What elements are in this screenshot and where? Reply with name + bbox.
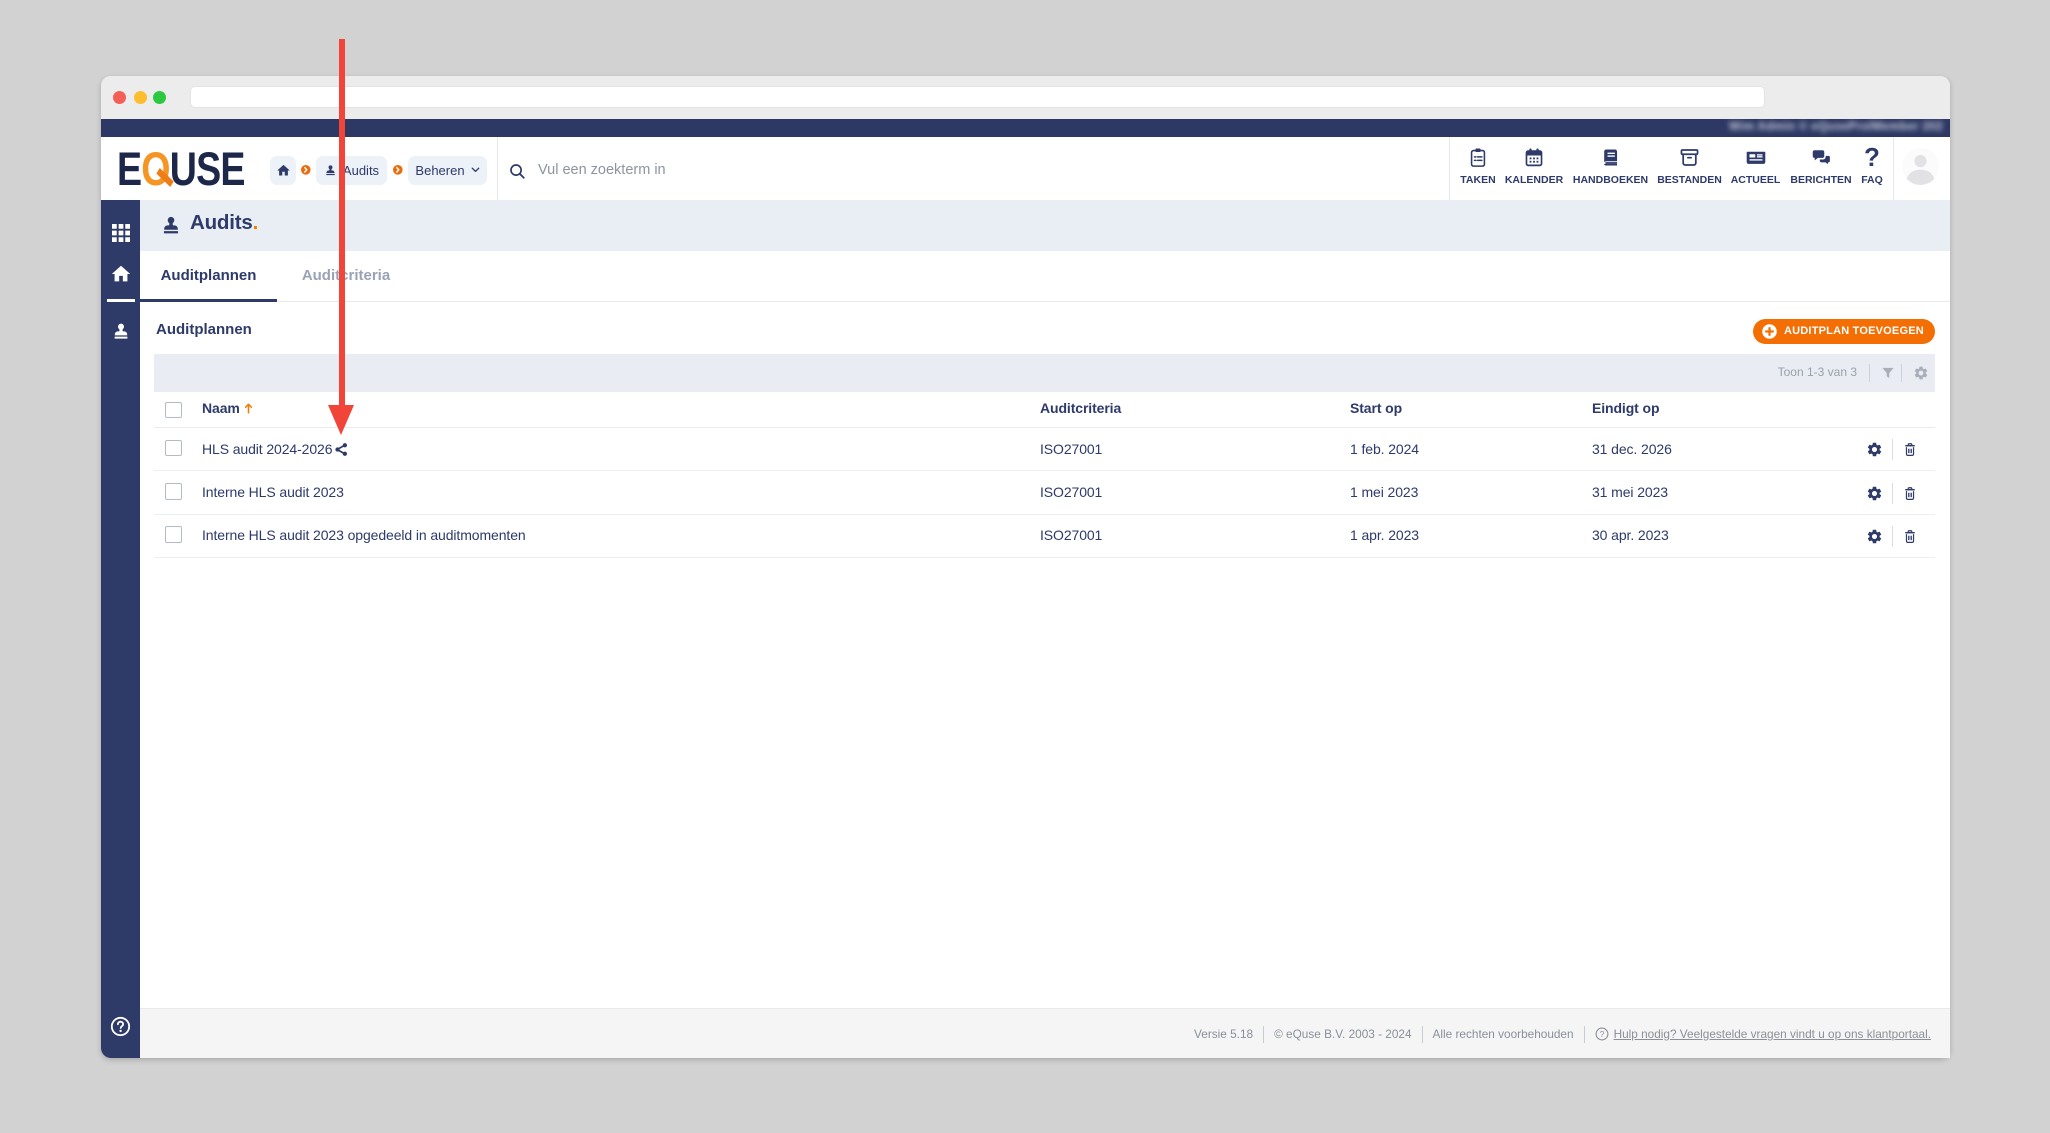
svg-text:?: ? [1599,1029,1604,1039]
